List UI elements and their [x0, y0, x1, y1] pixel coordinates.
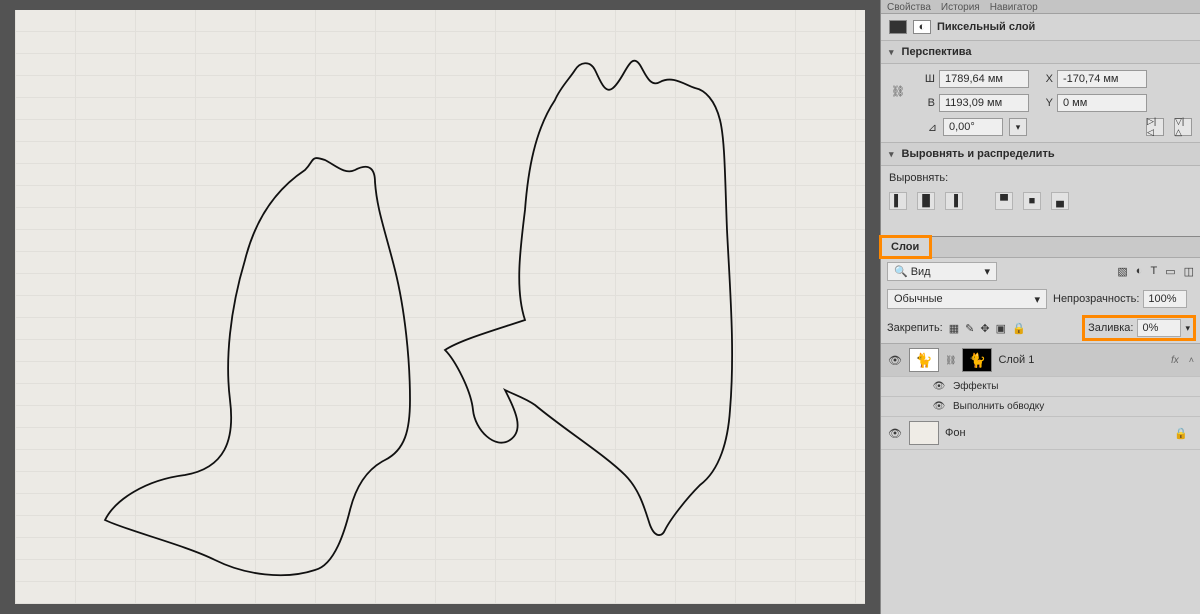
stroke-effect-label: Выполнить обводку	[953, 401, 1044, 412]
right-panel: Свойства История Навигатор ◐ Пиксельный …	[880, 0, 1200, 614]
x-label: X	[1033, 73, 1053, 85]
layers-panel: Слои 🔍 Вид ▾ ▧ ◐ T ▭ ◫ Обычные ▾ Непрозр	[881, 236, 1200, 614]
width-label: Ш	[911, 73, 935, 85]
chevron-down-icon: ▾	[984, 265, 990, 278]
align-title: Выровнять и распределить	[902, 148, 1055, 160]
tab-layers[interactable]: Слои	[881, 237, 930, 257]
filter-kind-label: Вид	[911, 266, 931, 278]
lock-label: Закрепить:	[887, 322, 943, 334]
blend-mode-value: Обычные	[894, 293, 943, 305]
align-right-icon[interactable]: ▐	[945, 192, 963, 210]
lock-artboard-icon[interactable]: ▣	[996, 322, 1006, 335]
chevron-down-icon[interactable]: ▾	[1185, 323, 1190, 334]
perspective-section-head[interactable]: Перспектива	[881, 40, 1200, 64]
angle-dropdown[interactable]: ▾	[1009, 118, 1027, 136]
layer-row-background[interactable]: 👁 Фон 🔒	[881, 417, 1200, 450]
height-label: В	[911, 97, 935, 109]
tab-navigator[interactable]: Навигатор	[990, 2, 1038, 13]
pixel-layer-icon	[889, 20, 907, 34]
mask-icon: ◐	[913, 20, 931, 34]
canvas-area	[0, 0, 880, 614]
visibility-toggle-icon[interactable]: 👁	[931, 381, 947, 392]
width-field[interactable]: 1789,64 мм	[939, 70, 1029, 88]
link-icon: ⛓	[945, 355, 956, 366]
sublayer-effects[interactable]: 👁 Эффекты	[881, 377, 1200, 397]
fill-label: Заливка:	[1088, 322, 1133, 334]
align-top-icon[interactable]: ▀	[995, 192, 1013, 210]
perspective-title: Перспектива	[902, 46, 972, 58]
fx-badge[interactable]: fx	[1171, 355, 1179, 366]
chevron-down-icon	[889, 46, 896, 58]
filter-image-icon[interactable]: ▧	[1117, 265, 1127, 278]
align-center-v-icon[interactable]: ■	[1023, 192, 1041, 210]
layer-row-layer1[interactable]: 👁 🐈 ⛓ 🐈 Слой 1 fx ˄	[881, 344, 1200, 377]
layer1-name[interactable]: Слой 1	[998, 354, 1165, 366]
flip-vertical-icon[interactable]: ▽|△	[1174, 118, 1192, 136]
opacity-field[interactable]: 100%	[1143, 290, 1187, 308]
effects-label: Эффекты	[953, 381, 998, 392]
chevron-down-icon	[889, 148, 896, 160]
lock-all-icon[interactable]: 🔒	[1012, 322, 1026, 335]
fill-field[interactable]: 0%	[1137, 319, 1181, 337]
filter-type-icon[interactable]: T	[1150, 265, 1157, 278]
blend-mode-select[interactable]: Обычные ▾	[887, 289, 1047, 309]
background-thumb[interactable]	[909, 421, 939, 445]
align-sublabel: Выровнять:	[889, 172, 948, 184]
angle-label: ⊿	[913, 121, 937, 134]
blend-opacity-row: Обычные ▾ Непрозрачность: 100%	[881, 285, 1200, 313]
align-buttons-row: ▌ ▐▌ ▐ ▀ ■ ▄	[881, 186, 1200, 216]
visibility-toggle-icon[interactable]: 👁	[887, 354, 903, 367]
sublayer-stroke[interactable]: 👁 Выполнить обводку	[881, 397, 1200, 417]
search-icon: 🔍	[894, 265, 908, 278]
chevron-up-icon[interactable]: ˄	[1189, 355, 1194, 365]
filter-adjust-icon[interactable]: ◐	[1136, 265, 1143, 278]
document-canvas[interactable]	[15, 10, 865, 604]
layer-filter-row: 🔍 Вид ▾ ▧ ◐ T ▭ ◫	[881, 258, 1200, 285]
lock-position-icon[interactable]: ✥	[980, 322, 989, 335]
visibility-toggle-icon[interactable]: 👁	[887, 427, 903, 440]
layer-list: 👁 🐈 ⛓ 🐈 Слой 1 fx ˄ 👁 Эффекты 👁 Выполнит…	[881, 343, 1200, 450]
y-label: Y	[1033, 97, 1053, 109]
angle-field[interactable]: 0,00°	[943, 118, 1003, 136]
layer-filter-kind[interactable]: 🔍 Вид ▾	[887, 262, 997, 281]
lock-icon[interactable]: 🔒	[1174, 427, 1188, 440]
layer1-mask-thumb[interactable]: 🐈	[962, 348, 992, 372]
panel-tabs-top: Свойства История Навигатор	[881, 0, 1200, 14]
chevron-down-icon: ▾	[1034, 293, 1040, 306]
height-field[interactable]: 1193,09 мм	[939, 94, 1029, 112]
link-wh-icon[interactable]: ⛓	[889, 85, 907, 98]
properties-title: Пиксельный слой	[937, 21, 1035, 33]
background-name[interactable]: Фон	[945, 427, 1168, 439]
filter-smart-icon[interactable]: ◫	[1184, 265, 1194, 278]
y-field[interactable]: 0 мм	[1057, 94, 1147, 112]
lock-paint-icon[interactable]: ✎	[965, 322, 974, 335]
properties-header: ◐ Пиксельный слой	[881, 14, 1200, 40]
flip-horizontal-icon[interactable]: ▷|◁	[1146, 118, 1164, 136]
visibility-toggle-icon[interactable]: 👁	[931, 401, 947, 412]
filter-shape-icon[interactable]: ▭	[1165, 265, 1175, 278]
tab-properties[interactable]: Свойства	[887, 2, 931, 13]
perspective-body: ⛓ Ш 1789,64 мм X -170,74 мм В 1193,09 мм…	[881, 64, 1200, 142]
align-section-head[interactable]: Выровнять и распределить	[881, 142, 1200, 166]
layer1-thumb[interactable]: 🐈	[909, 348, 939, 372]
artwork-outlines	[15, 10, 865, 604]
align-bottom-icon[interactable]: ▄	[1051, 192, 1069, 210]
x-field[interactable]: -170,74 мм	[1057, 70, 1147, 88]
align-center-h-icon[interactable]: ▐▌	[917, 192, 935, 210]
align-left-icon[interactable]: ▌	[889, 192, 907, 210]
lock-fill-row: Закрепить: ▦ ✎ ✥ ▣ 🔒 Заливка: 0% ▾	[881, 313, 1200, 343]
fill-opacity-group: Заливка: 0% ▾	[1084, 317, 1194, 339]
tab-history[interactable]: История	[941, 2, 980, 13]
lock-pixels-icon[interactable]: ▦	[949, 322, 959, 335]
opacity-label: Непрозрачность:	[1053, 293, 1139, 305]
